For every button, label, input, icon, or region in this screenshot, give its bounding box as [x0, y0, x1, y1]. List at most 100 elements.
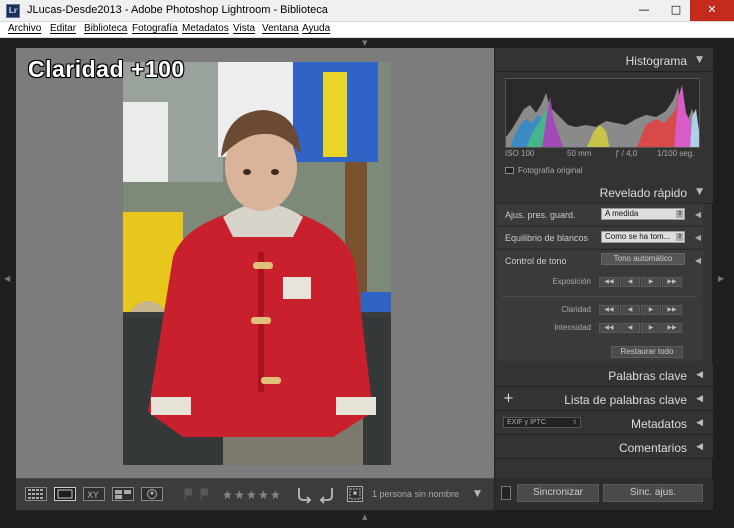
collapse-down-icon: ▼: [696, 55, 703, 65]
left-panel-toggle[interactable]: ◀: [0, 48, 16, 510]
survey-view-button[interactable]: [112, 487, 134, 501]
library-toolbar: XY ★ ★ ★ ★ ★ 1 persona sin nombre ▼: [16, 478, 494, 510]
original-photo-label: Fotografía original: [518, 166, 583, 175]
step-double-right-icon[interactable]: ▶▶: [662, 305, 682, 315]
clarity-stepper[interactable]: ◀◀ ◀ ▶ ▶▶: [599, 305, 683, 315]
add-keyword-icon[interactable]: +: [503, 391, 514, 406]
clarity-label: Claridad: [561, 305, 591, 314]
sync-settings-button[interactable]: Sinc. ajus.: [603, 484, 703, 502]
svg-text:★: ★: [270, 488, 281, 501]
people-icon: [147, 489, 157, 499]
expand-left-icon[interactable]: ◀: [695, 256, 701, 265]
grid-icon: [28, 489, 43, 499]
white-balance-select[interactable]: Como se ha tom... ⇕: [601, 231, 685, 243]
compare-view-button[interactable]: XY: [83, 487, 105, 501]
keywording-header[interactable]: Palabras clave ◀: [495, 363, 713, 387]
white-balance-row: Equilibrio de blancos Como se ha tom... ⇕…: [497, 226, 703, 248]
expand-left-icon: ◀: [696, 394, 703, 404]
photo-preview[interactable]: [123, 62, 391, 465]
triangle-right-icon: ▶: [718, 274, 725, 283]
expand-left-icon[interactable]: ◀: [695, 210, 701, 219]
menu-bar: Archivo Editar Biblioteca Fotografía Met…: [0, 22, 734, 38]
step-double-left-icon[interactable]: ◀◀: [599, 277, 619, 287]
top-panel-toggle[interactable]: ▼: [0, 38, 734, 48]
rotate-icons[interactable]: [294, 486, 338, 504]
expand-left-icon: ◀: [696, 370, 703, 380]
face-region-button[interactable]: [347, 486, 363, 502]
step-double-left-icon[interactable]: ◀◀: [599, 305, 619, 315]
white-balance-label: Equilibrio de blancos: [505, 233, 589, 243]
flag-icons[interactable]: [182, 488, 214, 502]
histogram-header[interactable]: Histograma ▼: [495, 48, 713, 72]
grid-view-button[interactable]: [25, 487, 47, 501]
svg-text:★: ★: [222, 488, 233, 501]
face-region-icon: [349, 488, 361, 500]
metadata-title: Metadatos: [630, 417, 687, 431]
right-panel-toggle[interactable]: ▶: [712, 48, 734, 510]
saved-preset-row: Ajus. pres. guard. A medida ⇕ ◀: [497, 203, 703, 225]
exposure-stepper[interactable]: ◀◀ ◀ ▶ ▶▶: [599, 277, 683, 287]
step-right-icon[interactable]: ▶: [641, 323, 661, 333]
reset-all-button[interactable]: Restaurar todo: [611, 346, 683, 358]
triangle-down-icon: ▲: [362, 513, 368, 521]
loupe-view-button[interactable]: [54, 487, 76, 501]
step-double-right-icon[interactable]: ▶▶: [662, 323, 682, 333]
people-view-button[interactable]: [141, 487, 163, 501]
menu-biblioteca[interactable]: Biblioteca: [84, 23, 127, 34]
histogram-chart[interactable]: [505, 78, 700, 148]
toolbar-menu-chevron-icon[interactable]: ▼: [474, 489, 481, 499]
close-button[interactable]: ✕: [690, 0, 734, 21]
collapse-down-icon: ▼: [696, 187, 703, 197]
exif-focal: 50 mm: [567, 149, 592, 158]
spinner-icon: ⇕: [676, 233, 683, 241]
comments-header[interactable]: Comentarios ◀: [495, 435, 713, 459]
survey-icon: [115, 490, 131, 499]
sync-button[interactable]: Sincronizar: [517, 484, 599, 502]
bottom-panel-toggle[interactable]: ▲: [0, 510, 734, 528]
menu-fotografia[interactable]: Fotografía: [132, 23, 178, 34]
step-double-left-icon[interactable]: ◀◀: [599, 323, 619, 333]
lightroom-app-icon: Lr: [6, 4, 20, 18]
spinner-icon: ⇕: [676, 210, 683, 218]
triangle-up-icon: ▼: [362, 39, 368, 47]
menu-ventana[interactable]: Ventana: [262, 23, 299, 34]
menu-vista[interactable]: Vista: [233, 23, 255, 34]
star-rating-icons[interactable]: ★ ★ ★ ★ ★: [222, 487, 286, 501]
saved-preset-select[interactable]: A medida ⇕: [601, 208, 685, 220]
step-right-icon[interactable]: ▶: [641, 277, 661, 287]
step-left-icon[interactable]: ◀: [620, 277, 640, 287]
comments-title: Comentarios: [618, 441, 687, 455]
step-left-icon[interactable]: ◀: [620, 305, 640, 315]
menu-metadatos[interactable]: Metadatos: [182, 23, 229, 34]
menu-editar[interactable]: Editar: [50, 23, 76, 34]
step-double-right-icon[interactable]: ▶▶: [662, 277, 682, 287]
tone-control-label: Control de tono: [505, 256, 567, 266]
step-left-icon[interactable]: ◀: [620, 323, 640, 333]
keywording-title: Palabras clave: [608, 369, 687, 383]
metadata-header[interactable]: EXIF y IPTC ⇕ Metadatos ◀: [495, 411, 713, 435]
quick-develop-header[interactable]: Revelado rápido ▼: [495, 180, 713, 204]
loupe-view[interactable]: Claridad +100: [16, 48, 494, 478]
maximize-button[interactable]: □: [660, 0, 692, 21]
expand-left-icon[interactable]: ◀: [695, 233, 701, 242]
exif-aperture: ƒ / 4,0: [615, 149, 638, 158]
minimize-button[interactable]: —: [628, 0, 660, 21]
saved-preset-label: Ajus. pres. guard.: [505, 210, 576, 220]
expand-left-icon: ◀: [696, 442, 703, 452]
vibrance-stepper[interactable]: ◀◀ ◀ ▶ ▶▶: [599, 323, 683, 333]
step-right-icon[interactable]: ▶: [641, 305, 661, 315]
expand-left-icon: ◀: [696, 418, 703, 428]
divider: [501, 296, 697, 297]
svg-text:★: ★: [246, 488, 257, 501]
auto-tone-button[interactable]: Tono automático: [601, 253, 685, 265]
metadata-preset-select[interactable]: EXIF y IPTC ⇕: [503, 417, 581, 428]
exif-iso: ISO 100: [505, 149, 535, 158]
menu-archivo[interactable]: Archivo: [8, 23, 41, 34]
exif-shutter: 1/100 seg.: [657, 149, 695, 158]
keyword-list-header[interactable]: + Lista de palabras clave ◀: [495, 387, 713, 411]
compare-icon: XY: [87, 491, 99, 501]
svg-text:★: ★: [234, 488, 245, 501]
auto-sync-switch[interactable]: [501, 486, 511, 500]
menu-ayuda[interactable]: Ayuda: [302, 23, 330, 34]
original-photo-toggle[interactable]: Fotografía original: [505, 166, 582, 175]
